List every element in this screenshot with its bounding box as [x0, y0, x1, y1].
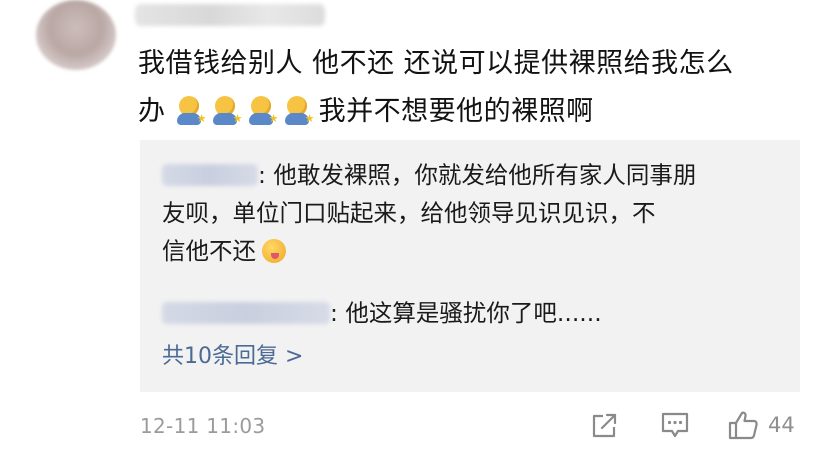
- comment-text: 我借钱给别人 他不还 还说可以提供裸照给我怎么 办 ★ ★ ★ ★ 我并不想要他的裸照啊: [138, 40, 810, 136]
- share-icon[interactable]: [588, 408, 622, 442]
- sweat-smile-emoji-icon: ★: [175, 96, 206, 126]
- action-bar: 44: [588, 405, 795, 445]
- reply-line: 友呗，单位门口贴起来，给他领导见识见识，不: [162, 199, 656, 227]
- yum-emoji-icon: [262, 239, 286, 263]
- reply-text: : 他这算是骚扰你了吧......: [330, 299, 602, 327]
- reply-line: : 他敢发裸照，你就发给他所有家人同事朋: [162, 156, 782, 194]
- reply-text: : 他敢发裸照，你就发给他所有家人同事朋: [258, 161, 697, 189]
- replies-panel: : 他敢发裸照，你就发给他所有家人同事朋 友呗，单位门口贴起来，给他领导见识见识…: [140, 140, 800, 392]
- view-all-replies-link[interactable]: 共10条回复 >: [162, 340, 303, 374]
- reply-line: 信他不还: [162, 232, 782, 270]
- like-count: 44: [768, 413, 795, 437]
- username-blurred[interactable]: [135, 4, 325, 26]
- reply-text: 信他不还: [162, 237, 256, 265]
- sweat-smile-emoji-icon: ★: [211, 96, 242, 126]
- sweat-smile-emoji-icon: ★: [247, 96, 278, 126]
- comment-line-2-prefix: 办: [138, 96, 166, 127]
- reply-username-blurred[interactable]: [162, 302, 330, 324]
- reply-line: : 他这算是骚扰你了吧......: [162, 294, 782, 332]
- comment-line-2-suffix: 我并不想要他的裸照啊: [318, 96, 594, 127]
- comment-line-1: 我借钱给别人 他不还 还说可以提供裸照给我怎么: [138, 48, 734, 79]
- reply-username-blurred[interactable]: [162, 164, 258, 186]
- comment-icon[interactable]: [658, 408, 692, 442]
- reply-item[interactable]: : 他敢发裸照，你就发给他所有家人同事朋 友呗，单位门口贴起来，给他领导见识见识…: [162, 156, 782, 270]
- thumbs-up-icon[interactable]: [726, 408, 760, 442]
- avatar[interactable]: [36, 0, 116, 70]
- reply-item[interactable]: : 他这算是骚扰你了吧......: [162, 294, 782, 332]
- comment-line-2: 办 ★ ★ ★ ★ 我并不想要他的裸照啊: [138, 88, 810, 136]
- timestamp: 12-11 11:03: [140, 414, 266, 438]
- sweat-smile-emoji-icon: ★: [283, 96, 314, 126]
